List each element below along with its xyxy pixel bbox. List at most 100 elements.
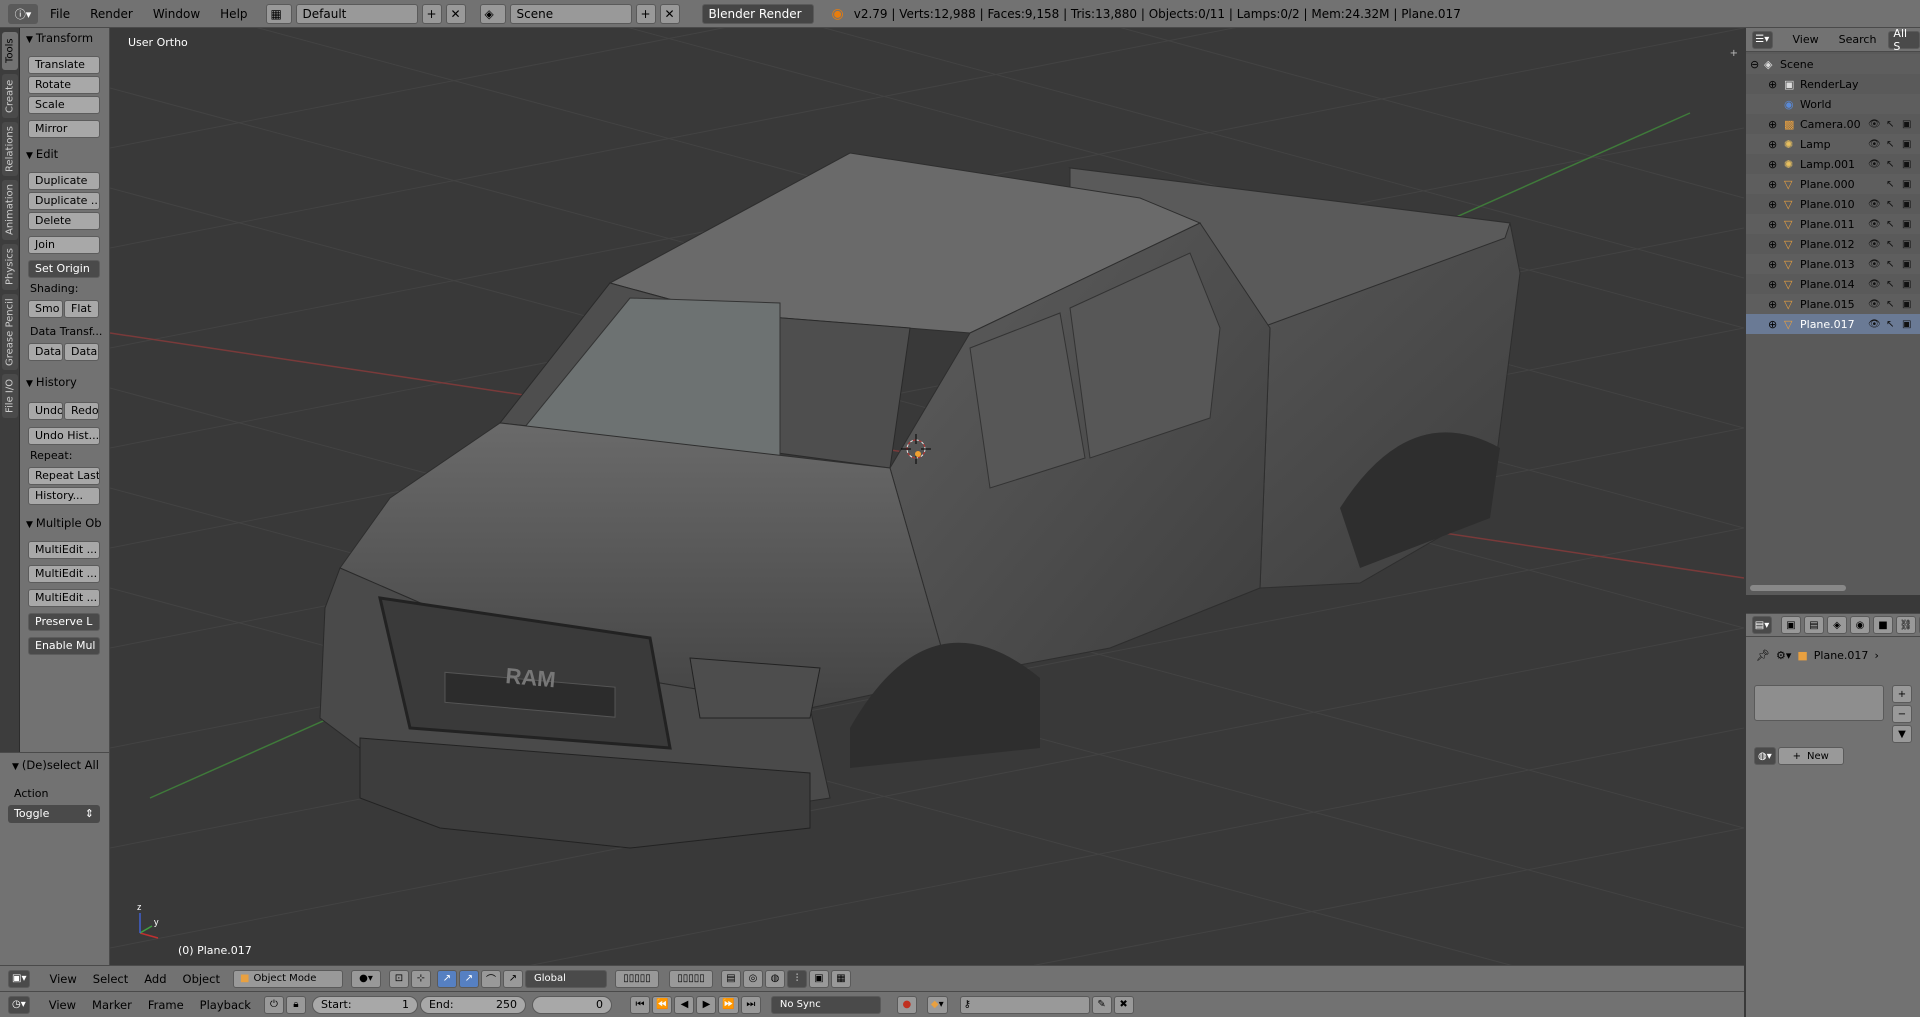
editor-type-outliner-button[interactable]: ☰▾	[1752, 30, 1773, 49]
editor-type-timeline-button[interactable]: ◷▾	[8, 995, 30, 1014]
active-keying-set-field[interactable]: ⚷	[959, 995, 1090, 1014]
repeat-last-button[interactable]: Repeat Last	[28, 467, 100, 485]
next-keyframe-icon[interactable]: ⏩	[718, 995, 739, 1014]
scene-field[interactable]: Scene	[509, 3, 632, 24]
jump-start-icon[interactable]: ⏮	[629, 995, 650, 1014]
rotate-button[interactable]: Rotate	[28, 76, 100, 94]
multiedit-button-3[interactable]: MultiEdit ...	[28, 589, 100, 607]
scale-manipulator-icon[interactable]: ↗	[502, 969, 523, 988]
history-panel-header[interactable]: ▼ History	[20, 372, 109, 392]
translate-button[interactable]: Translate	[28, 56, 100, 74]
menu-select[interactable]: Select	[86, 968, 135, 990]
menu-window[interactable]: Window	[145, 3, 208, 25]
play-reverse-icon[interactable]: ◀	[674, 995, 695, 1014]
multiple-objects-panel-header[interactable]: ▼ Multiple Ob	[20, 513, 109, 533]
menu-timeline-view[interactable]: View	[42, 994, 83, 1016]
menu-outliner-search[interactable]: Search	[1831, 29, 1885, 51]
outliner-item-world[interactable]: ◉ World	[1746, 94, 1920, 114]
data-transfer-button[interactable]: Data	[28, 343, 63, 361]
tab-tools[interactable]: Tools	[2, 32, 18, 70]
material-browse-button[interactable]: ◍▾	[1754, 747, 1776, 765]
scene-icon[interactable]: ◈	[479, 3, 506, 24]
menu-file[interactable]: File	[42, 3, 78, 25]
menu-frame[interactable]: Frame	[141, 994, 191, 1016]
pivot-point-select[interactable]: ⊡	[388, 969, 409, 988]
screen-layout-field[interactable]: Default	[295, 3, 418, 24]
record-icon[interactable]: ●	[896, 995, 917, 1014]
menu-help[interactable]: Help	[212, 3, 255, 25]
scene-tab-icon[interactable]: ◈	[1827, 616, 1847, 634]
start-frame-field[interactable]: Start: 1	[311, 995, 418, 1014]
undo-history-button[interactable]: Undo Hist...	[28, 427, 100, 445]
current-frame-field[interactable]: 0	[531, 995, 612, 1014]
remove-slot-button[interactable]: −	[1892, 705, 1912, 723]
action-select[interactable]: Toggle ⇕	[8, 805, 100, 823]
preserve-button[interactable]: Preserve L	[28, 613, 100, 631]
menu-marker[interactable]: Marker	[85, 994, 139, 1016]
preview-range-icon[interactable]: ⏻	[263, 995, 284, 1014]
manipulator-toggle[interactable]: ⊹	[410, 969, 431, 988]
join-button[interactable]: Join	[28, 236, 100, 254]
render-engine-select[interactable]: Blender Render	[701, 3, 814, 24]
proportional-edit-icon[interactable]: ◎	[742, 969, 763, 988]
insert-keyframe-icon[interactable]: ✎	[1091, 995, 1112, 1014]
viewport-shading-select[interactable]: ●▾	[350, 969, 381, 988]
data-layout-button[interactable]: Data	[64, 343, 99, 361]
duplicate-button[interactable]: Duplicate	[28, 172, 100, 190]
remove-scene-button[interactable]: ✕	[659, 3, 680, 24]
material-slot-list[interactable]	[1754, 685, 1884, 721]
new-material-button[interactable]: + New	[1777, 747, 1844, 765]
tab-file-io[interactable]: File I/O	[2, 374, 18, 418]
outliner-item-renderlayers[interactable]: ⊕ ▣ RenderLay	[1746, 74, 1920, 94]
outliner-item-plane-000[interactable]: ⊕ ▽ Plane.000 ↖ ▣	[1746, 174, 1920, 194]
slot-specials-button[interactable]: ▼	[1892, 725, 1912, 743]
shade-flat-button[interactable]: Flat	[64, 300, 99, 318]
rotate-manipulator-icon[interactable]: ↗	[458, 969, 479, 988]
multiedit-button-1[interactable]: MultiEdit ...	[28, 541, 100, 559]
redo-button[interactable]: Redo	[64, 402, 99, 420]
menu-playback[interactable]: Playback	[193, 994, 258, 1016]
editor-type-button[interactable]: ⓘ▾	[8, 3, 38, 24]
render-animation-icon[interactable]: ▦	[830, 969, 851, 988]
render-opengl-icon[interactable]: ▣	[808, 969, 829, 988]
play-icon[interactable]: ▶	[696, 995, 717, 1014]
layers-grid-2[interactable]: ▯▯▯▯▯	[668, 969, 713, 988]
scale-button[interactable]: Scale	[28, 96, 100, 114]
editor-type-properties-button[interactable]: ▤▾	[1752, 616, 1772, 634]
menu-add[interactable]: Add	[137, 968, 173, 990]
3d-viewport[interactable]: RAM z y User Ortho (0) Plane.017 +	[110, 28, 1744, 965]
outliner-item-plane-011[interactable]: ⊕ ▽ Plane.011 👁︎ ↖ ▣	[1746, 214, 1920, 234]
translate-manipulator-icon[interactable]: ↗	[436, 969, 457, 988]
outliner-horizontal-scrollbar[interactable]	[1750, 585, 1846, 591]
menu-view[interactable]: View	[42, 968, 83, 990]
tab-physics[interactable]: Physics	[2, 244, 18, 290]
end-frame-field[interactable]: End: 250	[419, 995, 526, 1014]
keying-set-icon[interactable]: ◆ ▾	[926, 995, 948, 1014]
menu-outliner-view[interactable]: View	[1785, 29, 1827, 51]
tab-grease-pencil[interactable]: Grease Pencil	[2, 294, 18, 370]
multiedit-button-2[interactable]: MultiEdit ...	[28, 565, 100, 583]
mirror-button[interactable]: Mirror	[28, 120, 100, 138]
set-origin-select[interactable]: Set Origin	[28, 260, 100, 278]
layers-grid-1[interactable]: ▯▯▯▯▯	[614, 969, 659, 988]
tab-relations[interactable]: Relations	[2, 122, 18, 176]
display-mode-select[interactable]: All S	[1888, 27, 1920, 53]
shade-smooth-button[interactable]: Smo	[28, 300, 63, 318]
sync-mode-select[interactable]: No Sync	[770, 995, 881, 1014]
prev-keyframe-icon[interactable]: ⏪	[651, 995, 673, 1014]
menu-object[interactable]: Object	[176, 968, 227, 990]
lock-range-icon[interactable]: 🔒︎	[285, 995, 306, 1014]
render-tab-icon[interactable]: ▣	[1781, 616, 1801, 634]
layer-lock-icon[interactable]: ▤	[720, 969, 741, 988]
outliner-item-plane-017[interactable]: ⊕ ▽ Plane.017 👁︎ ↖ ▣	[1746, 314, 1920, 334]
editor-type-3d-button[interactable]: ▣▾	[8, 969, 31, 988]
operator-title[interactable]: ▼ (De)select All	[0, 755, 109, 775]
repeat-history-button[interactable]: History...	[28, 487, 100, 505]
undo-button[interactable]: Undo	[28, 402, 63, 420]
outliner-item-plane-010[interactable]: ⊕ ▽ Plane.010 👁︎ ↖ ▣	[1746, 194, 1920, 214]
properties-toggle-icon[interactable]: +	[1730, 48, 1738, 59]
enable-multi-button[interactable]: Enable Mul	[28, 637, 100, 655]
add-layout-button[interactable]: +	[421, 3, 442, 24]
delete-keyframe-icon[interactable]: ✖	[1113, 995, 1134, 1014]
screen-layout-icon[interactable]: ▦	[265, 3, 292, 24]
